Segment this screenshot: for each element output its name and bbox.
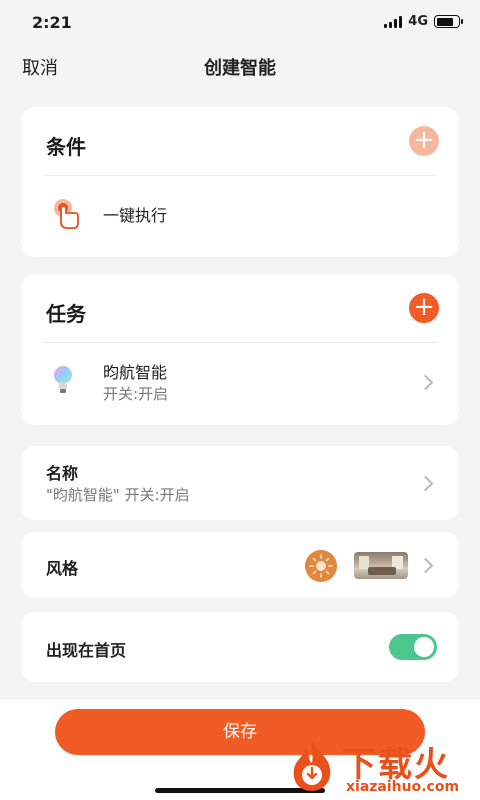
conditions-title: 条件: [46, 135, 86, 159]
status-time: 2:21: [32, 13, 72, 32]
add-condition-button[interactable]: +: [409, 126, 439, 156]
tasks-card: 任务 + 昀航智能 开关:开启: [21, 274, 459, 425]
device-action: 开关:开启: [103, 385, 169, 403]
page-title: 创建智能: [204, 58, 276, 79]
task-item[interactable]: 昀航智能 开关:开启: [21, 343, 459, 425]
style-row[interactable]: 风格: [21, 532, 459, 598]
name-value: "昀航智能" 开关:开启: [46, 486, 190, 504]
status-indicators: 4G: [384, 14, 463, 29]
style-icon-preview: [305, 550, 337, 582]
add-task-button[interactable]: +: [409, 293, 439, 323]
conditions-card: 条件 + 一键执行: [21, 107, 459, 257]
battery-icon: [434, 15, 463, 28]
cellular-signal-icon: [384, 15, 403, 28]
chevron-right-icon: [417, 475, 434, 492]
watermark-url: xiazaihuo.com: [346, 779, 460, 795]
tasks-title: 任务: [46, 302, 86, 326]
toggle-knob: [414, 637, 434, 657]
homepage-label: 出现在首页: [46, 641, 127, 660]
condition-label: 一键执行: [103, 206, 168, 225]
chevron-right-icon: [417, 557, 434, 574]
condition-item[interactable]: 一键执行: [21, 176, 459, 256]
smart-bulb-icon: [54, 366, 72, 393]
device-name: 昀航智能: [103, 363, 168, 382]
ceiling-light-icon: [309, 554, 333, 578]
name-row[interactable]: 名称 "昀航智能" 开关:开启: [21, 446, 459, 520]
chevron-right-icon: [417, 374, 434, 391]
homepage-row: 出现在首页: [21, 612, 459, 682]
style-label: 风格: [46, 559, 79, 578]
watermark: 下载火 xiazaihuo.com: [282, 735, 480, 800]
flame-logo-icon: [293, 741, 331, 791]
style-background-thumbnail: [354, 552, 408, 579]
homepage-toggle[interactable]: [389, 634, 437, 660]
name-label: 名称: [46, 464, 79, 483]
one-tap-hand-icon: [54, 199, 79, 229]
status-bar: 2:21 4G: [0, 0, 480, 46]
nav-bar: 取消 创建智能: [0, 46, 480, 86]
network-type: 4G: [408, 14, 428, 29]
